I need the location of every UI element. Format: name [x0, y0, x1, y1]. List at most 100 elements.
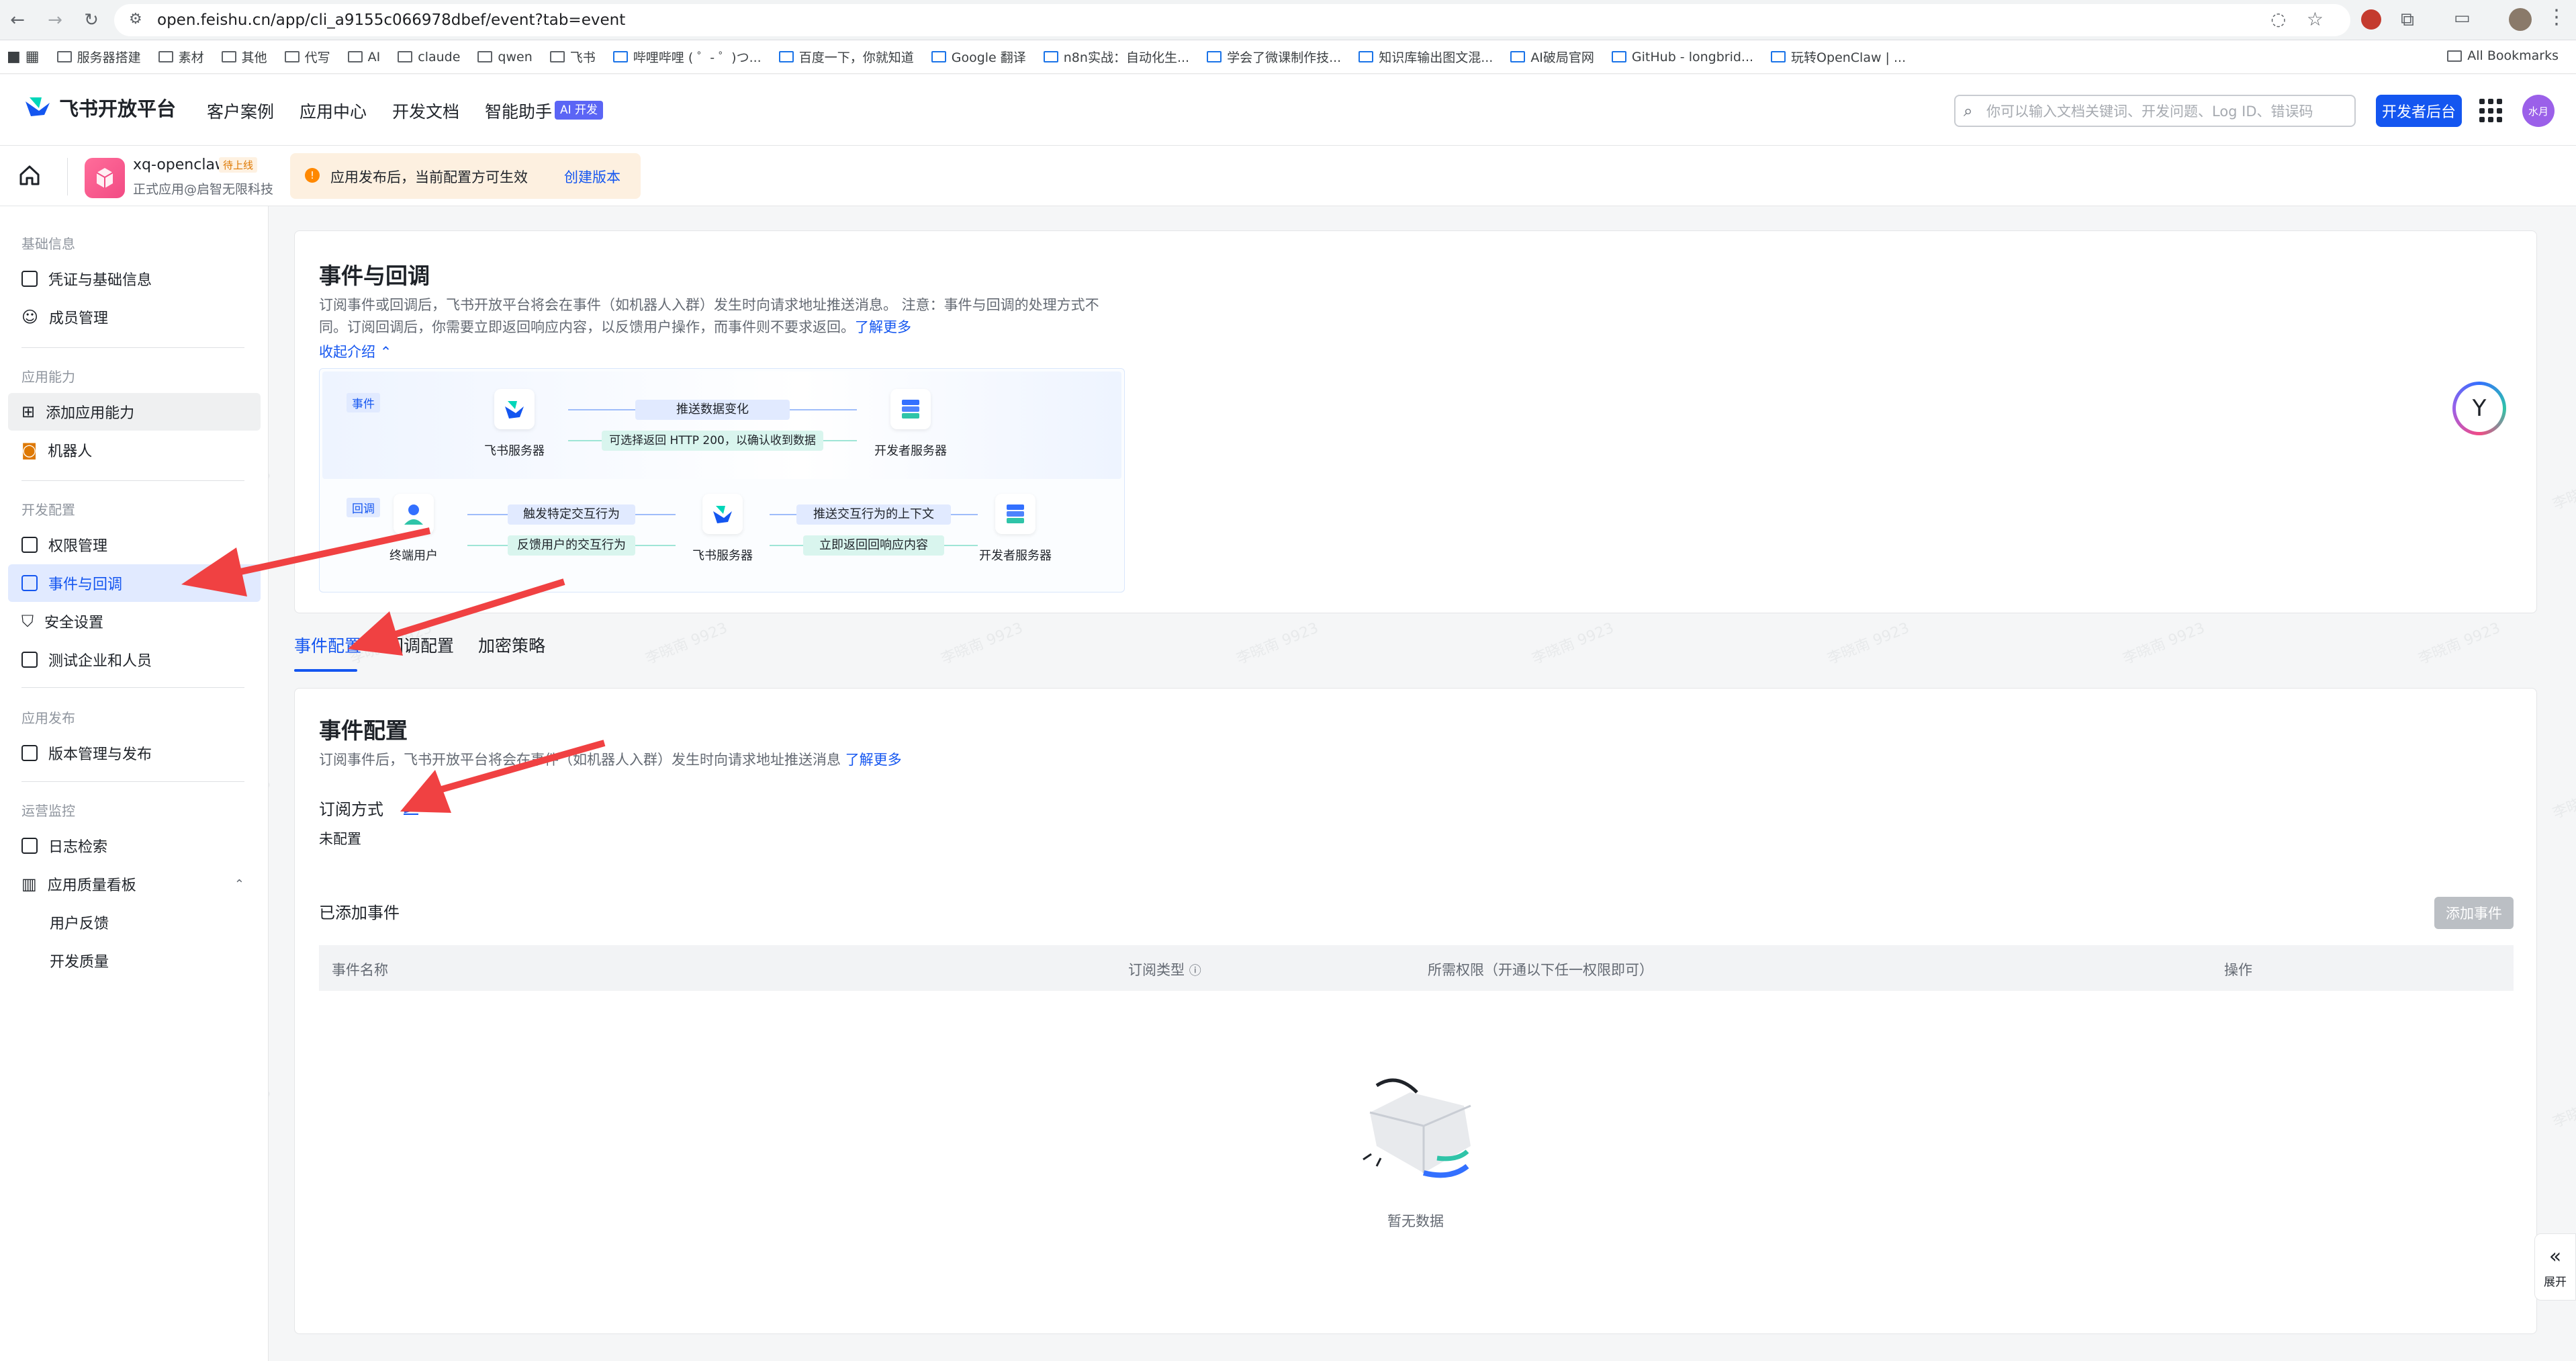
- home-icon[interactable]: [17, 163, 42, 187]
- edit-icon[interactable]: [401, 796, 421, 816]
- folder-icon: [158, 51, 173, 62]
- expand-label: 展开: [2544, 1276, 2567, 1289]
- bookmarks-bar: ■ ▦ 服务器搭建 素材 其他 代写 AI claude qwen 飞书 哔哩哔哩 ( ゜- ゜…: [0, 40, 2576, 74]
- feishu-server-icon-2: [702, 494, 743, 534]
- sidebar-item-members[interactable]: ☺ 成员管理: [8, 298, 261, 336]
- sidebar-section-ops: 运营监控: [21, 803, 75, 819]
- more-menu-icon[interactable]: ⋮: [2546, 5, 2567, 29]
- folder-icon: [778, 51, 794, 62]
- folder-icon: [1771, 51, 1786, 62]
- trigger-label: 触发特定交互行为: [508, 504, 635, 525]
- sidebar-item-quality[interactable]: ▥ 应用质量看板 ⌃: [8, 865, 261, 903]
- intro-desc-line2: 同。订阅回调后，你需要立即返回响应内容，以反馈用户操作，而事件则不要求返回。: [319, 319, 855, 335]
- sidebar-item-feedback[interactable]: 用户反馈: [8, 904, 261, 941]
- sidebar-item-security[interactable]: ⛉ 安全设置: [8, 603, 261, 640]
- extensions-puzzle-icon[interactable]: ⧉: [2401, 8, 2414, 31]
- create-version-link[interactable]: 创建版本: [564, 167, 620, 187]
- bookmark-item[interactable]: n8n实战：自动化生...: [1043, 48, 1189, 66]
- bookmark-item[interactable]: 其他: [221, 48, 267, 66]
- sidebar-item-permissions[interactable]: 权限管理: [8, 526, 261, 564]
- dev-server-icon-2: [995, 494, 1036, 534]
- learn-more-link[interactable]: 了解更多: [855, 319, 911, 335]
- profile-avatar[interactable]: [2509, 8, 2532, 31]
- bookmark-star-icon[interactable]: ☆: [2307, 8, 2324, 30]
- push-context-label: 推送交互行为的上下文: [796, 504, 951, 525]
- bookmark-label: 其他: [241, 50, 267, 65]
- bookmark-item[interactable]: 学会了微课制作技...: [1207, 48, 1341, 66]
- watermark-text: 李晓南 9923: [2121, 619, 2208, 668]
- bookmark-label: 学会了微课制作技...: [1227, 50, 1342, 65]
- sidebar-item-versions[interactable]: 版本管理与发布: [8, 734, 261, 772]
- reload-icon[interactable]: ↻: [77, 5, 106, 35]
- nav-customer-cases[interactable]: 客户案例: [207, 99, 274, 123]
- tab-search-icon[interactable]: ▭: [2454, 8, 2471, 28]
- bookmark-label: 飞书: [569, 50, 596, 65]
- tab-event-config[interactable]: 事件配置: [294, 633, 361, 657]
- bookmark-label: GitHub - longbrid...: [1631, 49, 1754, 64]
- forward-icon[interactable]: →: [40, 5, 70, 35]
- bookmark-item[interactable]: GitHub - longbrid...: [1611, 48, 1754, 66]
- help-icon[interactable]: ⓘ: [1189, 964, 1201, 978]
- col-sub-type-label: 订阅类型: [1128, 962, 1185, 978]
- user-avatar[interactable]: 水月: [2522, 95, 2555, 127]
- brand-logo[interactable]: 飞书开放平台: [24, 93, 176, 122]
- bookmark-item[interactable]: Google 翻译: [931, 48, 1026, 66]
- add-event-button[interactable]: 添加事件: [2434, 897, 2514, 929]
- all-bookmarks[interactable]: All Bookmarks: [2447, 48, 2559, 63]
- bookmark-item[interactable]: qwen: [477, 48, 533, 66]
- expand-panel-button[interactable]: « 展开: [2534, 1233, 2576, 1301]
- sidebar-item-dev-quality[interactable]: 开发质量: [8, 942, 261, 979]
- event-icon: [21, 575, 38, 591]
- bookmark-item[interactable]: AI: [347, 48, 380, 66]
- ai-assistant-float-button[interactable]: Y: [2452, 382, 2506, 435]
- apps-grid-icon[interactable]: ■ ▦: [7, 48, 40, 65]
- tab-callback-config[interactable]: 回调配置: [387, 633, 454, 657]
- bookmark-item[interactable]: 百度一下，你就知道: [778, 48, 914, 66]
- nav-ai-assistant[interactable]: 智能助手: [485, 99, 552, 123]
- sidebar-item-logs[interactable]: 日志检索: [8, 827, 261, 865]
- event-config-desc-text: 订阅事件后，飞书开放平台将会在事件（如机器人入群）发生时向请求地址推送消息: [319, 752, 841, 768]
- sidebar-item-credentials[interactable]: 凭证与基础信息: [8, 260, 261, 298]
- event-learn-more-link[interactable]: 了解更多: [845, 752, 902, 768]
- bookmark-item[interactable]: 代写: [284, 48, 330, 66]
- sidebar-item-add-capability[interactable]: ⊞ 添加应用能力: [8, 393, 261, 431]
- end-user-icon: [394, 494, 434, 534]
- credential-icon: [21, 271, 38, 287]
- chevron-up-icon: ⌃: [379, 344, 392, 360]
- sidebar-item-events[interactable]: 事件与回调: [8, 564, 261, 602]
- extension-icon[interactable]: [2361, 9, 2381, 30]
- bookmark-item[interactable]: claude: [398, 48, 460, 66]
- upload-icon: [21, 745, 38, 761]
- sidebar-item-bot[interactable]: ◙ 机器人: [8, 431, 261, 469]
- back-icon[interactable]: ←: [3, 5, 32, 35]
- folder-icon: [612, 51, 628, 62]
- nav-app-center[interactable]: 应用中心: [300, 99, 367, 123]
- watermark-text: 李晓南 9923: [1825, 619, 1913, 668]
- app-grid-icon[interactable]: [2479, 99, 2503, 123]
- bookmark-item[interactable]: AI破局官网: [1510, 48, 1594, 66]
- bookmark-item[interactable]: 素材: [158, 48, 204, 66]
- search-input[interactable]: ⌕ 你可以输入文档关键词、开发问题、Log ID、错误码: [1954, 95, 2356, 127]
- notice-text: 应用发布后，当前配置方可生效: [330, 169, 528, 185]
- empty-state-text: 暂无数据: [1387, 1213, 1444, 1229]
- dev-server-label-2: 开发者服务器: [979, 549, 1052, 563]
- sidebar-item-test-org[interactable]: 测试企业和人员: [8, 641, 261, 678]
- bookmark-item[interactable]: 玩转OpenClaw | ...: [1771, 48, 1906, 66]
- bookmark-item[interactable]: 飞书: [549, 48, 596, 66]
- dev-console-button[interactable]: 开发者后台: [2376, 95, 2462, 127]
- collapse-intro-link[interactable]: 收起介绍 ⌃: [319, 341, 392, 361]
- eye-off-icon[interactable]: ◌: [2270, 9, 2286, 30]
- address-bar[interactable]: ⚙ open.feishu.cn/app/cli_a9155c066978dbe…: [114, 4, 2350, 36]
- status-badge: 待上线: [219, 157, 258, 173]
- event-config-card: 事件配置 订阅事件后，飞书开放平台将会在事件（如机器人入群）发生时向请求地址推送…: [294, 688, 2537, 1334]
- nav-dev-docs[interactable]: 开发文档: [392, 99, 459, 123]
- bookmark-item[interactable]: 服务器搭建: [56, 48, 141, 66]
- bookmark-item[interactable]: 知识库输出图文混...: [1359, 48, 1493, 66]
- grid-add-icon: ⊞: [21, 402, 36, 421]
- permission-icon: [21, 537, 38, 553]
- bookmark-item[interactable]: 哔哩哔哩 ( ゜- ゜)つ...: [612, 48, 762, 66]
- site-info-icon[interactable]: ⚙: [129, 11, 142, 28]
- bookmark-label: claude: [418, 49, 461, 64]
- chevron-up-icon[interactable]: ⌃: [234, 877, 244, 891]
- tab-encryption[interactable]: 加密策略: [478, 633, 545, 657]
